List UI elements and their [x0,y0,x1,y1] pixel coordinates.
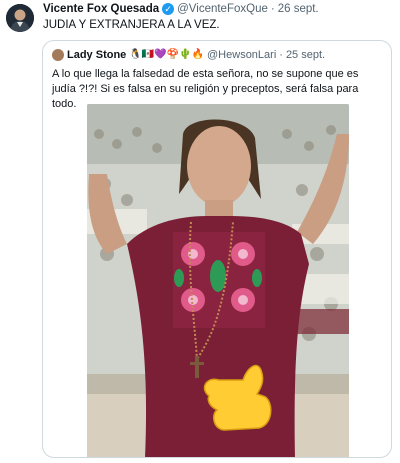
quoted-date[interactable]: 25 sept. [286,49,325,61]
tweet-text: JUDIA Y EXTRANJERA A LA VEZ. [43,19,220,31]
tweet-header: Vicente Fox Quesada ✓ @VicenteFoxQue · 2… [43,3,319,15]
quoted-author-name[interactable]: Lady Stone [67,49,126,61]
quoted-handle[interactable]: @HewsonLari [207,49,276,61]
author-name[interactable]: Vicente Fox Quesada [43,3,159,15]
quoted-header: Lady Stone 🐧🇲🇽💜🍄🌵🔥 @HewsonLari · 25 sept… [52,49,325,61]
quoted-dot-separator: · [279,49,283,61]
dot-separator: · [270,3,275,15]
tweet-date[interactable]: 26 sept. [278,3,319,15]
quoted-tweet-card[interactable]: Lady Stone 🐧🇲🇽💜🍄🌵🔥 @HewsonLari · 25 sept… [42,40,392,458]
author-avatar[interactable] [6,4,34,32]
quoted-name-emojis: 🐧🇲🇽💜🍄🌵🔥 [129,49,205,60]
quoted-photo[interactable] [87,104,349,457]
verified-badge-icon: ✓ [162,3,175,15]
author-handle[interactable]: @VicenteFoxQue [177,3,268,15]
quoted-avatar[interactable] [52,49,64,61]
